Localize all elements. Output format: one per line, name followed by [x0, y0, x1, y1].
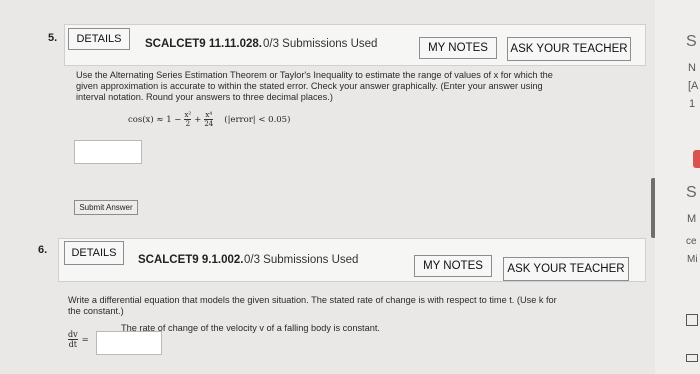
- calculator-icon[interactable]: [686, 314, 698, 326]
- submissions-count: 0/3 Submissions Used: [244, 254, 359, 266]
- ask-teacher-button[interactable]: ASK YOUR TEACHER: [503, 257, 629, 281]
- fraction-term2: x² 2: [184, 111, 192, 128]
- side-panel-text: N: [688, 62, 696, 74]
- side-panel-text: S: [686, 184, 697, 201]
- side-panel-text: [A: [688, 80, 699, 92]
- side-panel-text: S: [686, 33, 697, 50]
- error-condition: (|error| < 0.05): [224, 114, 291, 125]
- details-button[interactable]: DETAILS: [64, 241, 124, 265]
- fraction-numerator: dv: [68, 330, 78, 339]
- answer-input[interactable]: [74, 140, 142, 164]
- derivative-fraction: dv dt =: [68, 330, 89, 349]
- question-text-line: the constant.): [68, 306, 124, 316]
- side-panel-text: 1: [689, 98, 696, 110]
- submissions-count: 0/3 Submissions Used: [263, 38, 378, 50]
- my-notes-button[interactable]: MY NOTES: [414, 255, 492, 277]
- fraction-denominator: 24: [204, 120, 214, 128]
- question-code: SCALCET9 9.1.002.: [138, 254, 244, 266]
- ask-teacher-button[interactable]: ASK YOUR TEACHER: [507, 37, 631, 61]
- answer-input[interactable]: [96, 331, 162, 355]
- fraction-denominator: dt: [68, 340, 77, 349]
- side-panel-text: ce: [686, 236, 697, 247]
- question-text-line: given approximation is accurate to withi…: [76, 81, 543, 91]
- fraction-denominator: 2: [185, 120, 191, 128]
- approximation-formula: cos(x) ≈ 1 − x² 2 + x⁴ 24 (|error| < 0.0…: [128, 111, 290, 128]
- equals-sign: =: [81, 334, 89, 345]
- my-notes-button[interactable]: MY NOTES: [419, 37, 497, 59]
- question-code: SCALCET9 11.11.028.: [145, 38, 262, 50]
- fraction-numerator: x²: [184, 111, 192, 119]
- fraction-numerator: x⁴: [205, 111, 213, 119]
- details-button[interactable]: DETAILS: [68, 28, 130, 50]
- side-panel-text: Mi: [687, 254, 698, 265]
- side-panel: S N [A 1 S M ce Mi: [655, 0, 700, 374]
- side-panel-text: M: [687, 213, 697, 225]
- submit-answer-button[interactable]: Submit Answer: [74, 200, 138, 215]
- red-indicator-icon: [693, 150, 700, 168]
- question-number: 6.: [38, 244, 48, 256]
- question-text-line: Use the Alternating Series Estimation Th…: [76, 70, 553, 80]
- plus-sign: +: [194, 114, 202, 125]
- question-number: 5.: [48, 32, 58, 44]
- fraction-term3: x⁴ 24: [204, 111, 214, 128]
- formula-lhs: cos(x) ≈ 1 −: [128, 114, 182, 125]
- question-text-line: Write a differential equation that model…: [68, 295, 557, 305]
- keyboard-icon[interactable]: [686, 354, 698, 362]
- question-text-line: interval notation. Round your answers to…: [76, 92, 333, 102]
- problem-statement: The rate of change of the velocity v of …: [121, 323, 380, 333]
